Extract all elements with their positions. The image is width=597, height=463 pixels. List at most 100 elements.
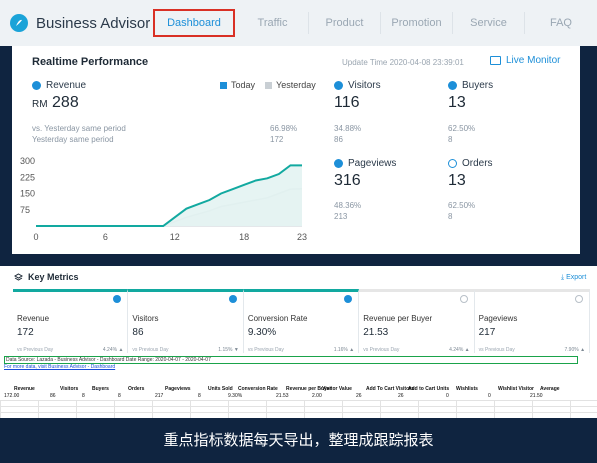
metric-value: 21.53 xyxy=(363,327,389,338)
sheet-data-cell: 2.00 xyxy=(312,393,322,399)
orders-prev: 8 xyxy=(448,212,453,221)
nav-tabs: Dashboard Traffic Product Promotion Serv… xyxy=(151,0,597,46)
tab-service[interactable]: Service xyxy=(453,12,525,34)
metric-cell-pageviews[interactable]: Pageviews 217 vs Previous Day 7.90% ▲ xyxy=(474,289,591,353)
sheet-header-cell: Visitors xyxy=(60,386,79,392)
buyers-header: Buyers xyxy=(448,80,493,91)
sheet-data-cell: 8 xyxy=(82,393,85,399)
tab-product[interactable]: Product xyxy=(309,12,381,34)
visitors-pct: 34.88% xyxy=(334,124,362,133)
buyers-icon xyxy=(448,81,457,90)
metric-change-pct: 4.24% ▲ xyxy=(449,347,470,353)
sheet-data-cell: 8 xyxy=(118,393,121,399)
orders-value: 13 xyxy=(448,172,466,189)
key-metrics-cells: Revenue 172 vs Previous Day 4.24% ▲ Visitors… xyxy=(13,289,591,353)
orders-header: Orders xyxy=(448,158,493,169)
buyers-value: 13 xyxy=(448,94,466,111)
sheet-header-cell: Average xyxy=(540,386,560,392)
pageviews-compare: 48.36% 213 xyxy=(334,200,361,222)
metric-prev-label: vs Previous Day xyxy=(363,347,400,353)
metric-cell-revenue-per-buyer[interactable]: Revenue per Buyer 21.53 vs Previous Day 4.2… xyxy=(359,289,475,353)
buyers-compare: 62.50% 8 xyxy=(448,123,475,145)
sheet-link[interactable]: For more data, visit Business Advisor - … xyxy=(4,364,115,370)
sheet-header-cell: Orders xyxy=(128,386,145,392)
metric-change-pct: 7.90% ▲ xyxy=(564,347,586,353)
sheet-header-cell: Add To Cart Visitors xyxy=(366,386,414,392)
metric-prev-label: vs Previous Day xyxy=(17,347,54,353)
tab-traffic[interactable]: Traffic xyxy=(237,12,309,34)
key-metrics-header: Key Metrics xyxy=(14,272,79,282)
check-circle-icon[interactable] xyxy=(228,295,237,303)
tab-promotion[interactable]: Promotion xyxy=(381,12,453,34)
check-circle-icon[interactable] xyxy=(113,295,122,303)
sheet-grid xyxy=(0,400,597,418)
metric-label: Conversion Rate xyxy=(247,314,308,323)
metric-cell-conversion-rate[interactable]: Conversion Rate 9.30% vs Previous Day 1.16%… xyxy=(243,289,360,353)
series-area-today xyxy=(36,165,302,226)
sheet-header-cell: Buyers xyxy=(92,386,109,392)
check-circle-icon[interactable] xyxy=(344,295,353,303)
sheet-data-cell: 26 xyxy=(356,393,362,399)
buyers-pct: 62.50% xyxy=(448,124,476,133)
metric-value: 217 xyxy=(478,327,496,338)
realtime-performance-card: Realtime Performance Update Time 2020-04… xyxy=(12,46,580,254)
metric-cell-revenue[interactable]: Revenue 172 vs Previous Day 4.24% ▲ xyxy=(13,289,129,353)
metric-label: Revenue per Buyer xyxy=(363,314,433,323)
metric-prev-label: vs Previous Day xyxy=(478,347,515,353)
sheet-data-cell: 172.00 xyxy=(4,393,20,399)
x-tick-label: 23 xyxy=(297,232,307,242)
metric-change-pct: 1.16% ▲ xyxy=(333,347,355,353)
pageviews-label: Pageviews xyxy=(348,158,397,169)
update-time: Update Time 2020-04-08 23:39:01 xyxy=(342,58,464,67)
live-monitor-link[interactable]: Live Monitor xyxy=(490,55,560,66)
realtime-area-chart: 300 225 150 75 0 6 12 18 23 xyxy=(20,156,307,242)
sheet-header-cell: Pageviews xyxy=(165,386,191,392)
metric-prev-label: vs Previous Day xyxy=(247,347,284,353)
check-circle-icon[interactable] xyxy=(459,295,468,303)
metric-cell-visitors[interactable]: Visitors 86 vs Previous Day 1.15% ▼ xyxy=(128,289,244,353)
metric-label: Pageviews xyxy=(478,314,518,323)
sheet-header-cell: Wishlists xyxy=(456,386,478,392)
check-circle-icon[interactable] xyxy=(575,295,584,303)
sheet-data-cell: 0 xyxy=(488,393,491,399)
metric-prev-label: vs Previous Day xyxy=(132,347,169,353)
sheet-header-cell: Revenue xyxy=(14,386,35,392)
layers-icon xyxy=(14,272,23,281)
y-tick-label: 300 xyxy=(20,156,35,166)
orders-icon xyxy=(448,159,457,168)
pageviews-pct: 48.36% xyxy=(334,201,362,210)
buyers-prev: 8 xyxy=(448,135,453,144)
sheet-data-cell: 86 xyxy=(50,393,56,399)
pageviews-header: Pageviews xyxy=(334,158,396,169)
visitors-header: Visitors xyxy=(334,80,381,91)
tab-faq[interactable]: FAQ xyxy=(525,12,597,34)
metric-change-pct: 4.24% ▲ xyxy=(102,347,124,353)
sheet-data-cell: 21.53 xyxy=(276,393,289,399)
x-tick-label: 6 xyxy=(103,232,108,242)
orders-compare: 62.50% 8 xyxy=(448,200,475,222)
export-label: Export xyxy=(566,274,587,281)
sheet-data-cell: 217 xyxy=(155,393,164,399)
export-button[interactable]: ⤓ Export xyxy=(561,274,586,282)
brand-name: Business Advisor xyxy=(36,14,151,32)
sheet-data-cell: 8 xyxy=(198,393,201,399)
monitor-icon xyxy=(490,56,501,65)
y-tick-label: 150 xyxy=(20,189,35,199)
sheet-header-cell: Add to Cart Units xyxy=(408,386,450,392)
sheet-header-cell: Units Sold xyxy=(208,386,233,392)
x-tick-label: 0 xyxy=(33,232,38,242)
sheet-source: Data Source: Lazada - Business Advisor -… xyxy=(4,356,578,364)
top-nav: Business Advisor Dashboard Traffic Produ… xyxy=(0,0,597,46)
tab-dashboard[interactable]: Dashboard xyxy=(153,9,235,37)
export-icon: ⤓ xyxy=(561,274,565,281)
brand[interactable]: Business Advisor xyxy=(10,14,151,32)
pageviews-icon xyxy=(334,159,343,168)
visitors-compare: 34.88% 86 xyxy=(334,123,361,145)
metric-value: 9.30% xyxy=(247,327,277,338)
y-tick-label: 225 xyxy=(20,172,35,182)
x-tick-label: 12 xyxy=(170,232,180,242)
sheet-header-cell: Visitor Value xyxy=(322,386,352,392)
sheet-header-cell: Wishlist Visitor xyxy=(498,386,534,392)
sheet-header-cell: Conversion Rate xyxy=(238,386,278,392)
pageviews-prev: 213 xyxy=(334,212,348,221)
